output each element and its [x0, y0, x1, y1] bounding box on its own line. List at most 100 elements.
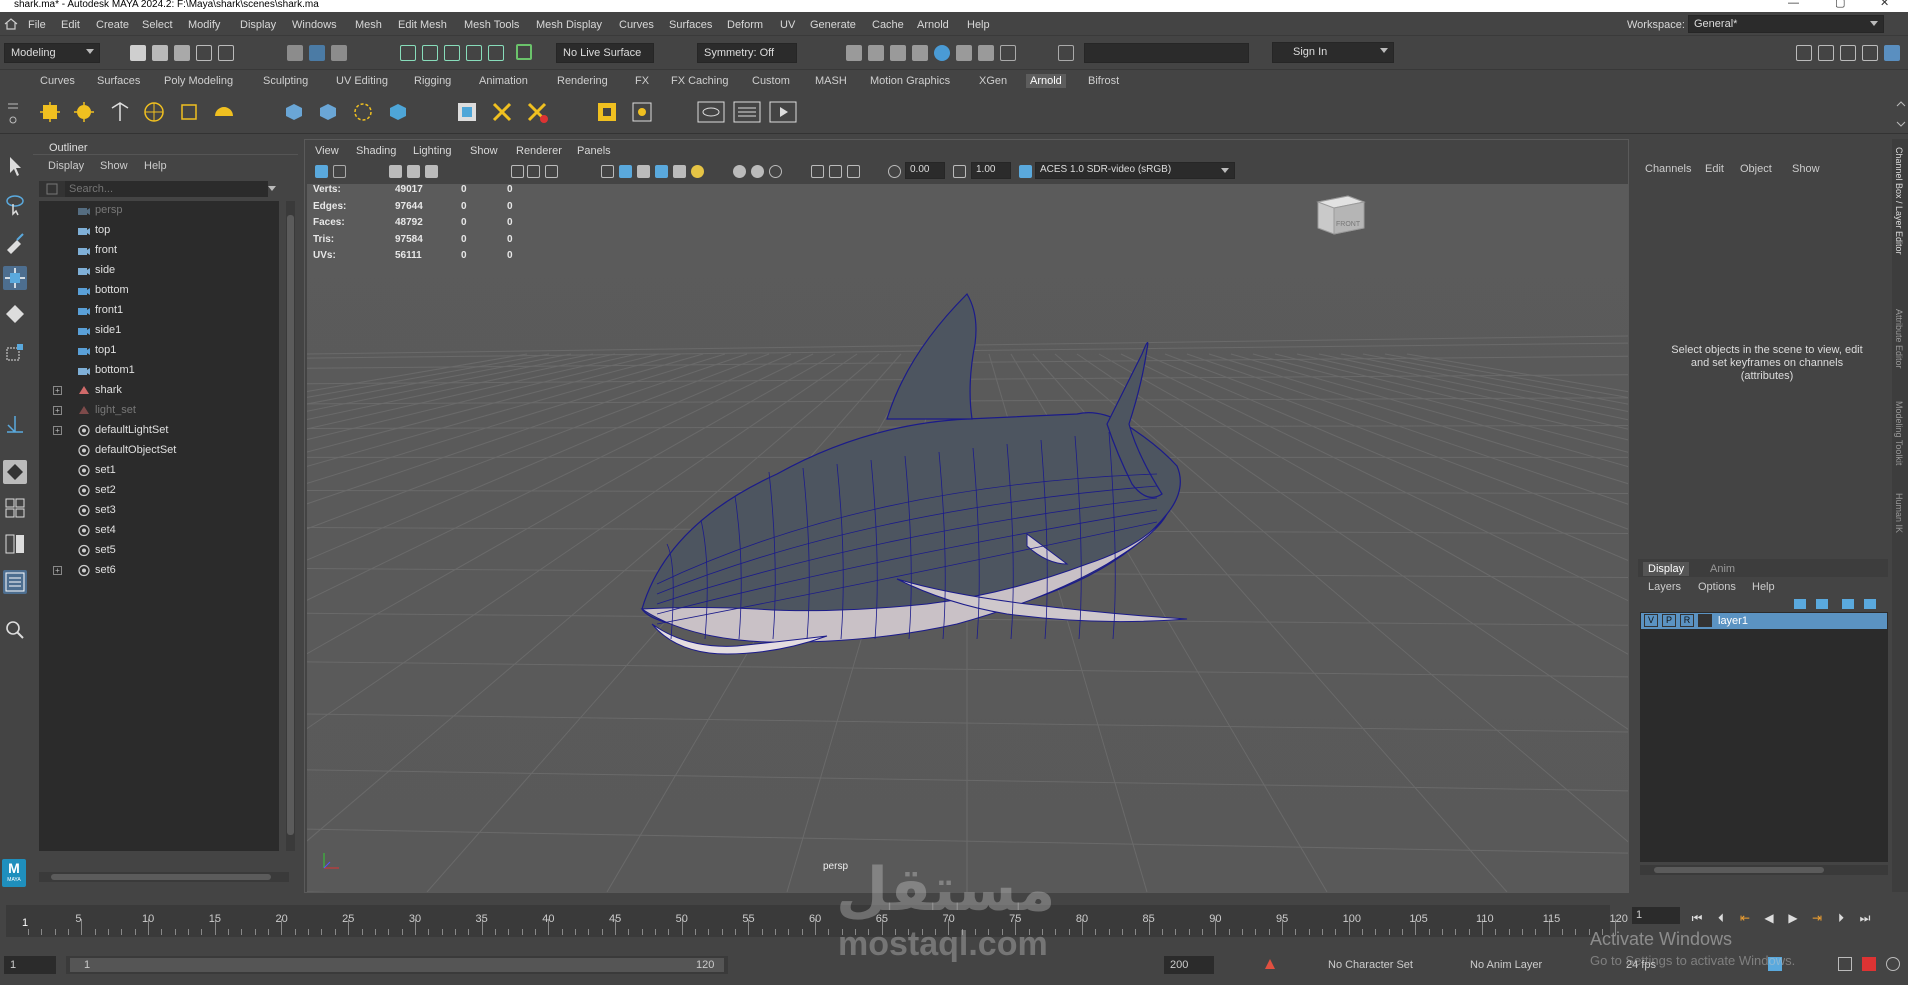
menu-modify[interactable]: Modify	[188, 19, 220, 31]
outliner-menu-display[interactable]: Display	[48, 160, 84, 172]
new-scene-icon[interactable]	[130, 45, 146, 61]
outliner-item[interactable]: defaultObjectSet	[39, 441, 279, 461]
menu-help[interactable]: Help	[967, 19, 990, 31]
rotate-tool-icon[interactable]	[3, 302, 27, 326]
move-tool-icon[interactable]	[3, 266, 27, 290]
viewport-menu-view[interactable]: View	[315, 145, 339, 157]
expand-toggle-icon[interactable]: +	[53, 426, 62, 435]
mesh-light-icon[interactable]	[72, 100, 96, 124]
textured-icon[interactable]	[673, 165, 686, 178]
menu-display[interactable]: Display	[240, 19, 276, 31]
move-layer-down-icon[interactable]	[1816, 599, 1828, 609]
outliner-search-input[interactable]	[65, 181, 268, 197]
wireframe-on-shaded-icon[interactable]	[655, 165, 668, 178]
current-time-indicator[interactable]: 1	[22, 917, 28, 929]
grid-toggle-icon[interactable]	[511, 165, 524, 178]
layer-hscrollbar[interactable]	[1640, 865, 1888, 875]
shelf-tab-poly-modeling[interactable]: Poly Modeling	[160, 74, 237, 88]
menu-generate[interactable]: Generate	[810, 19, 856, 31]
render-settings-icon[interactable]	[912, 45, 928, 61]
current-frame-field[interactable]: 1	[1632, 907, 1680, 924]
xray-joints-icon[interactable]	[847, 165, 860, 178]
menu-file[interactable]: File	[28, 19, 46, 31]
shelf-tab-custom[interactable]: Custom	[748, 74, 794, 88]
anim-layer-dropdown[interactable]: No Anim Layer	[1464, 956, 1584, 974]
select-component-icon[interactable]	[331, 45, 347, 61]
shelf-tab-curves[interactable]: Curves	[36, 74, 79, 88]
tx-manager-icon[interactable]	[595, 100, 619, 124]
channel-menu-object[interactable]: Object	[1740, 163, 1772, 175]
outliner-vscrollbar[interactable]	[286, 201, 295, 851]
side-tab-modeling-toolkit[interactable]: Modeling Toolkit	[1894, 401, 1904, 465]
view-cube[interactable]: FRONT	[1312, 184, 1372, 244]
outliner-item[interactable]: bottom	[39, 281, 279, 301]
bookmarks-icon[interactable]	[407, 165, 420, 178]
layer-reference-toggle[interactable]: R	[1680, 614, 1694, 627]
time-slider-track[interactable]: 5 10 15 20 25 30 35 40 45 50 55 60 65 70 75 80 85 90 95 100…	[6, 905, 1628, 937]
exposure-icon[interactable]	[888, 165, 901, 178]
channel-menu-channels[interactable]: Channels	[1645, 163, 1691, 175]
menu-mesh-tools[interactable]: Mesh Tools	[464, 19, 519, 31]
select-tool-icon[interactable]	[3, 154, 27, 178]
play-backwards-icon[interactable]: ◀	[1760, 911, 1778, 927]
shelf-tab-bifrost[interactable]: Bifrost	[1084, 74, 1123, 88]
outliner-item[interactable]: set2	[39, 481, 279, 501]
resolution-gate-icon[interactable]	[545, 165, 558, 178]
visibility-icon[interactable]	[697, 100, 725, 124]
shelf-tab-surfaces[interactable]: Surfaces	[93, 74, 144, 88]
side-tab-attribute-editor[interactable]: Attribute Editor	[1894, 309, 1904, 369]
layer-tab-display[interactable]: Display	[1643, 562, 1690, 576]
side-tab-human-ik[interactable]: Human IK	[1894, 493, 1904, 533]
ipr-render-icon[interactable]	[890, 45, 906, 61]
select-camera-icon[interactable]	[315, 165, 328, 178]
snap-point-icon[interactable]	[444, 45, 460, 61]
outliner-hscrollbar[interactable]	[39, 872, 289, 882]
layer-menu-options[interactable]: Options	[1698, 581, 1736, 593]
viewport-menu-lighting[interactable]: Lighting	[413, 145, 452, 157]
sign-in-button[interactable]: Sign In	[1272, 42, 1394, 63]
menu-mesh[interactable]: Mesh	[355, 19, 382, 31]
outliner-layout-icon[interactable]	[3, 570, 27, 594]
sidebar-toggle-icon[interactable]	[1058, 45, 1074, 61]
step-forward-key-icon[interactable]: ⇥	[1808, 911, 1826, 927]
outliner-item[interactable]: top1	[39, 341, 279, 361]
tool-settings-icon[interactable]	[1862, 45, 1878, 61]
pause-icon[interactable]	[1000, 45, 1016, 61]
operator-icon[interactable]	[386, 100, 410, 124]
search-dropdown-icon[interactable]	[268, 186, 276, 191]
shelf-tab-uv-editing[interactable]: UV Editing	[332, 74, 392, 88]
layer-row[interactable]: V P R layer1	[1641, 613, 1887, 629]
menu-deform[interactable]: Deform	[727, 19, 763, 31]
redo-icon[interactable]	[218, 45, 234, 61]
minimize-icon[interactable]: —	[1788, 0, 1799, 9]
layer-color-swatch[interactable]	[1698, 614, 1712, 627]
undo-icon[interactable]	[196, 45, 212, 61]
channel-menu-show[interactable]: Show	[1792, 163, 1820, 175]
menu-select[interactable]: Select	[142, 19, 173, 31]
go-to-end-icon[interactable]: ⏭	[1856, 911, 1874, 927]
shelf-tab-fx[interactable]: FX	[631, 74, 653, 88]
volume-icon[interactable]	[351, 100, 375, 124]
shelf-tab-xgen[interactable]: XGen	[975, 74, 1011, 88]
cache-icon[interactable]	[1862, 957, 1876, 971]
render-sequence-icon[interactable]	[956, 45, 972, 61]
step-forward-frame-icon[interactable]: ⏵	[1832, 911, 1850, 927]
isolate-select-icon[interactable]	[811, 165, 824, 178]
menu-surfaces[interactable]: Surfaces	[669, 19, 712, 31]
render-view-arnold-icon[interactable]	[455, 100, 479, 124]
layer-playback-toggle[interactable]: P	[1662, 614, 1676, 627]
channel-menu-edit[interactable]: Edit	[1705, 163, 1724, 175]
render-view-icon[interactable]	[846, 45, 862, 61]
camera-attributes-icon[interactable]	[333, 165, 346, 178]
menu-cache[interactable]: Cache	[872, 19, 904, 31]
live-surface-field[interactable]: No Live Surface	[556, 43, 654, 63]
layer-visibility-toggle[interactable]: V	[1644, 614, 1658, 627]
character-set-dropdown[interactable]: No Character Set	[1322, 956, 1462, 974]
layout-icon[interactable]	[733, 100, 761, 124]
outliner-item[interactable]: side1	[39, 321, 279, 341]
human-ik-icon[interactable]	[1818, 45, 1834, 61]
menu-mesh-display[interactable]: Mesh Display	[536, 19, 602, 31]
wireframe-icon[interactable]	[601, 165, 614, 178]
grease-pencil-icon[interactable]	[425, 165, 438, 178]
shelf-tab-rendering[interactable]: Rendering	[553, 74, 612, 88]
